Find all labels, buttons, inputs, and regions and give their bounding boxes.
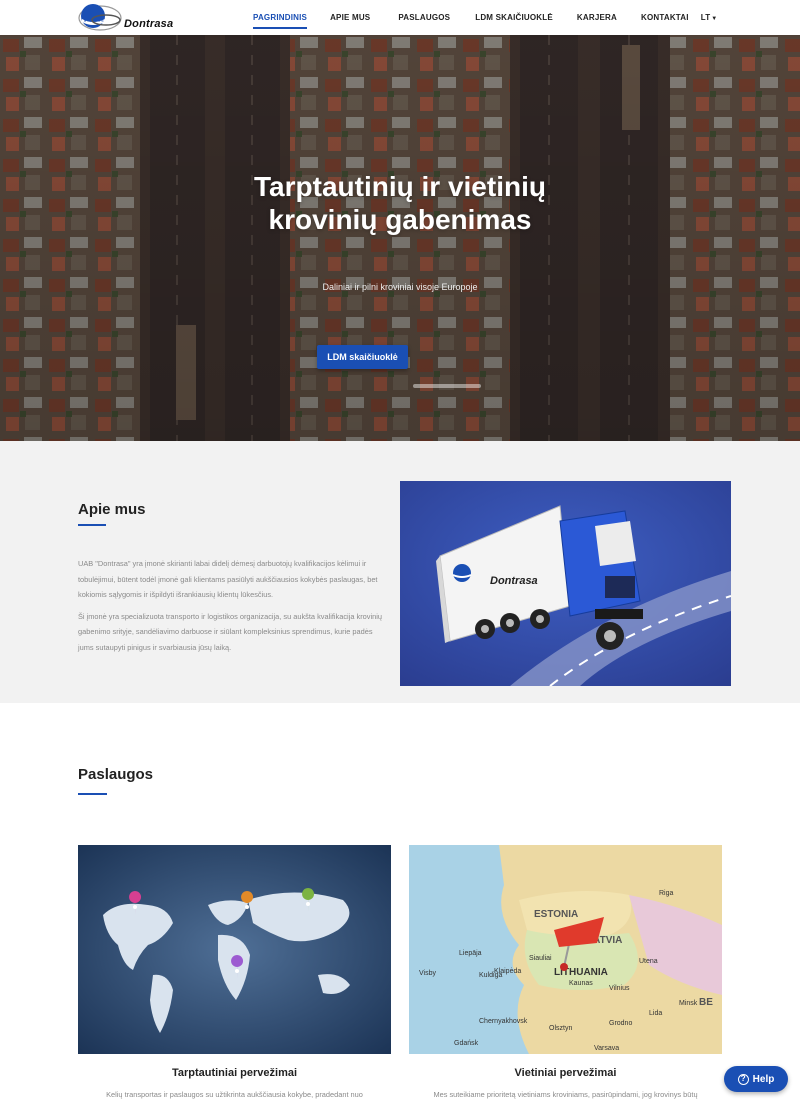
map-label-belarus: BE (699, 997, 713, 1008)
hero-aerial-image (0, 35, 800, 441)
truck-illustration: Dontrasa (400, 481, 731, 686)
language-label: LT (700, 13, 711, 22)
about-section: Apie mus UAB "Dontrasa" yra įmonė skiria… (0, 441, 800, 703)
nav-item-karjera[interactable]: KARJERA (577, 13, 617, 22)
hero-subtitle: Daliniai ir pilni kroviniai visoje Europ… (322, 282, 478, 292)
title-underline (78, 793, 107, 795)
help-button[interactable]: ? Help (724, 1066, 788, 1092)
hero-title-line-1: Tarptautinių ir vietinių (254, 171, 546, 202)
map-label-kaunas: Kaunas (569, 980, 593, 987)
map-label-estonia: ESTONIA (534, 909, 578, 920)
map-label-riga: Riga (659, 890, 674, 897)
chevron-down-icon: ▼ (711, 16, 718, 22)
site-logo[interactable]: Dontrasa (78, 3, 188, 33)
service-card-international-title[interactable]: Tarptautiniai pervežimai (78, 1067, 391, 1079)
nav-item-pagrindinis[interactable]: PAGRINDINIS (253, 13, 308, 29)
help-label: Help (752, 1073, 775, 1085)
map-label-olsztyn: Olsztyn (549, 1025, 572, 1032)
map-label-chernyakhovsk: Chernyakhovsk (479, 1018, 528, 1025)
map-label-visby: Visby (419, 970, 436, 977)
title-underline (78, 524, 106, 526)
map-label-grodno: Grodno (609, 1020, 632, 1027)
map-label-siauliai: Siauliai (529, 955, 552, 962)
map-label-gdansk: Gdańsk (454, 1040, 479, 1047)
slider-indicator[interactable] (413, 384, 481, 388)
about-paragraph-2: Ši įmonė yra specializuota transporto ir… (78, 611, 382, 652)
service-card-local-text: Mes suteikiame prioritetą vietiniams kro… (433, 1090, 698, 1099)
about-title: Apie mus (78, 501, 146, 518)
service-card-local-image[interactable]: ESTONIA LATVIA LITHUANIA Vilnius Kaunas … (409, 845, 722, 1054)
language-selector[interactable]: LT▼ (701, 13, 718, 22)
map-label-varsava: Varsava (594, 1045, 619, 1052)
service-card-international-text: Kelių transportas ir paslaugos su užtikr… (106, 1090, 363, 1099)
about-paragraph-1: UAB "Dontrasa" yra įmonė skirianti labai… (78, 559, 378, 599)
map-label-lida: Lida (649, 1010, 662, 1017)
logo-text: Dontrasa (124, 18, 174, 30)
nav-item-ldm-skaiciuokle[interactable]: LDM SKAIČIUOKLĖ (475, 13, 553, 22)
about-text: UAB "Dontrasa" yra įmonė skirianti labai… (78, 556, 388, 661)
question-icon: ? (737, 1073, 749, 1085)
globe-logo-icon (78, 4, 122, 31)
nav-item-apie-mus[interactable]: APIE MUS (330, 13, 370, 22)
map-label-kuldiga: Kuldiga (479, 972, 502, 979)
nav-item-kontaktai[interactable]: KONTAKTAI (641, 13, 689, 22)
map-label-liepaja: Liepāja (459, 950, 482, 957)
world-map-image (78, 845, 391, 1054)
service-card-international-image[interactable] (78, 845, 391, 1054)
hero-title-line-2: krovinių gabenimas (268, 204, 532, 235)
service-card-local-title[interactable]: Vietiniai pervežimai (409, 1067, 722, 1079)
truck-image: Dontrasa (400, 481, 731, 686)
map-label-vilnius: Vilnius (609, 985, 630, 992)
hero-banner: Tarptautinių ir vietinių krovinių gabeni… (0, 35, 800, 441)
site-header: Dontrasa PAGRINDINIS APIE MUS PASLAUGOS … (0, 0, 800, 35)
hero-title: Tarptautinių ir vietinių krovinių gabeni… (0, 170, 800, 236)
baltic-map-image: ESTONIA LATVIA LITHUANIA Vilnius Kaunas … (409, 845, 722, 1054)
nav-item-paslaugos[interactable]: PASLAUGOS (398, 13, 450, 22)
main-nav: PAGRINDINIS APIE MUS PASLAUGOS LDM SKAIČ… (250, 0, 717, 35)
map-label-minsk: Minsk (679, 1000, 698, 1007)
trailer-logo-text: Dontrasa (490, 575, 538, 587)
services-title: Paslaugos (78, 766, 154, 783)
map-label-utena: Utena (639, 958, 658, 965)
ldm-calculator-button[interactable]: LDM skaičiuoklė (317, 345, 408, 369)
